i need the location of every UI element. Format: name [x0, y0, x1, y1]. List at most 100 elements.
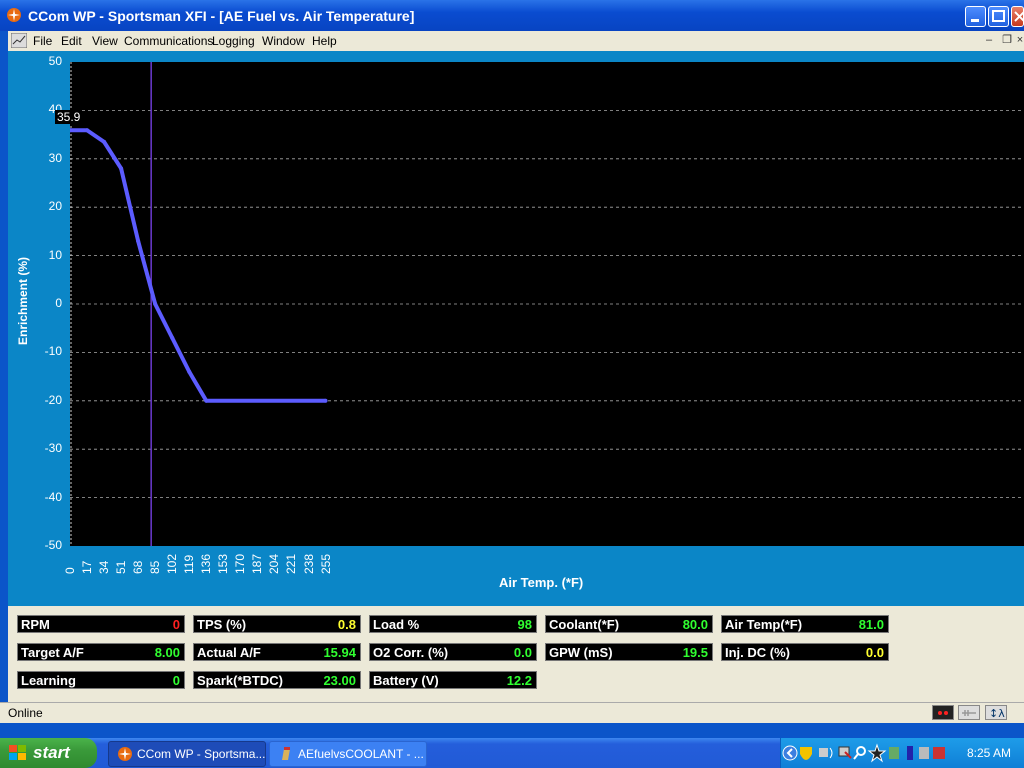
menu-window[interactable]: Window — [262, 34, 305, 48]
data-point[interactable] — [187, 369, 192, 374]
x-tick-label: 68 — [131, 560, 146, 574]
gauge-coolant: Coolant(*F) 80.0 — [545, 615, 713, 633]
x-tick-label: 119 — [182, 554, 197, 574]
task-label: CCom WP - Sportsma... — [137, 747, 266, 761]
app-icon[interactable] — [6, 7, 22, 23]
x-tick-label: 0 — [63, 567, 77, 574]
gauge-label: GPW (mS) — [549, 645, 613, 660]
gauge-value: 12.2 — [506, 673, 532, 688]
plug-icon[interactable] — [958, 705, 980, 720]
gauge-value: 80.0 — [682, 617, 708, 632]
cursor-value-readout: 35.9 — [55, 110, 83, 124]
gauge-label: TPS (%) — [197, 617, 247, 632]
plot-area[interactable] — [68, 62, 1024, 546]
x-tick-label: 17 — [80, 560, 95, 574]
task-ccom[interactable]: CCom WP - Sportsma... — [108, 741, 266, 767]
data-point[interactable] — [119, 166, 124, 171]
gauge-label: Inj. DC (%) — [725, 645, 790, 660]
data-point[interactable] — [136, 239, 141, 244]
gauge-rpm: RPM 0 — [17, 615, 185, 633]
x-tick-label: 238 — [301, 553, 316, 574]
y-tick-label: 30 — [48, 150, 62, 165]
child-restore-button[interactable]: ❐ — [1000, 33, 1014, 47]
minimize-icon — [971, 19, 979, 22]
gauge-panel: RPM 0 TPS (%) 0.8 Load % 98 Coolant(*F) 80.0… — [8, 606, 1024, 702]
x-tick-label: 255 — [318, 553, 333, 574]
gauge-label: Air Temp(*F) — [725, 617, 803, 632]
gauge-label: O2 Corr. (%) — [373, 645, 449, 660]
start-label: start — [33, 743, 70, 762]
gauge-tps: TPS (%) 0.8 — [193, 615, 361, 633]
menu-bar: File Edit View Communications Logging Wi… — [8, 31, 1024, 51]
menu-edit[interactable]: Edit — [61, 34, 82, 48]
data-point[interactable] — [153, 302, 158, 306]
maximize-button[interactable] — [988, 6, 1009, 27]
data-point[interactable] — [85, 128, 90, 133]
data-point[interactable] — [170, 335, 175, 340]
svg-text:↕λ: ↕λ — [989, 707, 1005, 719]
x-tick-label: 204 — [267, 553, 282, 574]
close-icon — [1014, 11, 1024, 22]
gauge-value: 0.0 — [513, 645, 532, 660]
gauge-value: 0 — [172, 617, 180, 632]
gauge-label: Actual A/F — [197, 645, 261, 660]
taskbar: start CCom WP - Sportsma... AEfuelvsCOOL… — [0, 738, 1024, 768]
x-tick-label: 34 — [97, 560, 112, 574]
x-tick-label: 221 — [284, 553, 299, 574]
gauge-value: 0.8 — [337, 617, 356, 632]
gauge-label: Spark(*BTDC) — [197, 673, 283, 688]
child-minimize-button[interactable]: – — [982, 33, 996, 47]
gauge-learning: Learning 0 — [17, 671, 185, 689]
gauge-target-af: Target A/F 8.00 — [17, 643, 185, 661]
x-tick-label: 170 — [233, 553, 248, 574]
gauge-label: Battery (V) — [373, 673, 439, 688]
y-tick-label: -40 — [44, 489, 62, 504]
task-label: AEfuelvsCOOLANT - ... — [298, 747, 424, 761]
x-axis-label: Air Temp. (*F) — [499, 575, 584, 590]
gauge-value: 8.00 — [154, 645, 180, 660]
gauge-value: 23.00 — [323, 673, 356, 688]
gauge-actual-af: Actual A/F 15.94 — [193, 643, 361, 661]
gauge-inj-dc: Inj. DC (%) 0.0 — [721, 643, 889, 661]
title-bar: CCom WP - Sportsman XFI - [AE Fuel vs. A… — [0, 0, 1024, 31]
start-button[interactable]: start — [0, 738, 97, 768]
clock: 8:25 AM — [966, 746, 1011, 760]
close-button[interactable] — [1011, 6, 1024, 27]
menu-logging[interactable]: Logging — [212, 34, 255, 48]
x-tick-label: 153 — [216, 553, 231, 574]
menu-file[interactable]: File — [33, 34, 52, 48]
y-tick-label: -20 — [44, 392, 62, 407]
series-line[interactable] — [70, 128, 326, 403]
y-tick-label: -10 — [44, 344, 62, 359]
enrichment-chart[interactable] — [68, 62, 1024, 546]
y-tick-label: -50 — [44, 538, 62, 552]
x-tick-label: 85 — [148, 560, 163, 574]
task-aefuel[interactable]: AEfuelvsCOOLANT - ... — [269, 741, 427, 767]
status-bar: Online ↕λ — [0, 702, 1024, 723]
y-axis-label: Enrichment (%) — [16, 256, 30, 345]
child-close-button[interactable]: × — [1016, 33, 1024, 47]
menu-help[interactable]: Help — [312, 34, 337, 48]
lambda-icon[interactable]: ↕λ — [985, 705, 1007, 720]
system-tray: 8:25 AM — [780, 738, 1024, 768]
chart-window-icon[interactable] — [11, 33, 27, 48]
app-icon — [118, 747, 132, 761]
data-point[interactable] — [102, 139, 107, 144]
gauge-load: Load % 98 — [369, 615, 537, 633]
connection-indicator-icon[interactable] — [932, 705, 954, 720]
windows-logo-icon — [9, 745, 26, 760]
gauge-value: 19.5 — [682, 645, 708, 660]
maximize-icon — [992, 10, 1005, 22]
menu-communications[interactable]: Communications — [124, 34, 213, 48]
gauge-label: Learning — [21, 673, 76, 688]
gauge-gpw: GPW (mS) 19.5 — [545, 643, 713, 661]
y-tick-label: 10 — [48, 247, 62, 262]
data-point[interactable] — [323, 398, 328, 403]
gauge-spark: Spark(*BTDC) 23.00 — [193, 671, 361, 689]
gauge-label: Coolant(*F) — [549, 617, 620, 632]
minimize-button[interactable] — [965, 6, 986, 27]
menu-view[interactable]: View — [92, 34, 118, 48]
gauge-label: Target A/F — [21, 645, 84, 660]
data-point[interactable] — [204, 398, 209, 403]
gauge-label: Load % — [373, 617, 420, 632]
